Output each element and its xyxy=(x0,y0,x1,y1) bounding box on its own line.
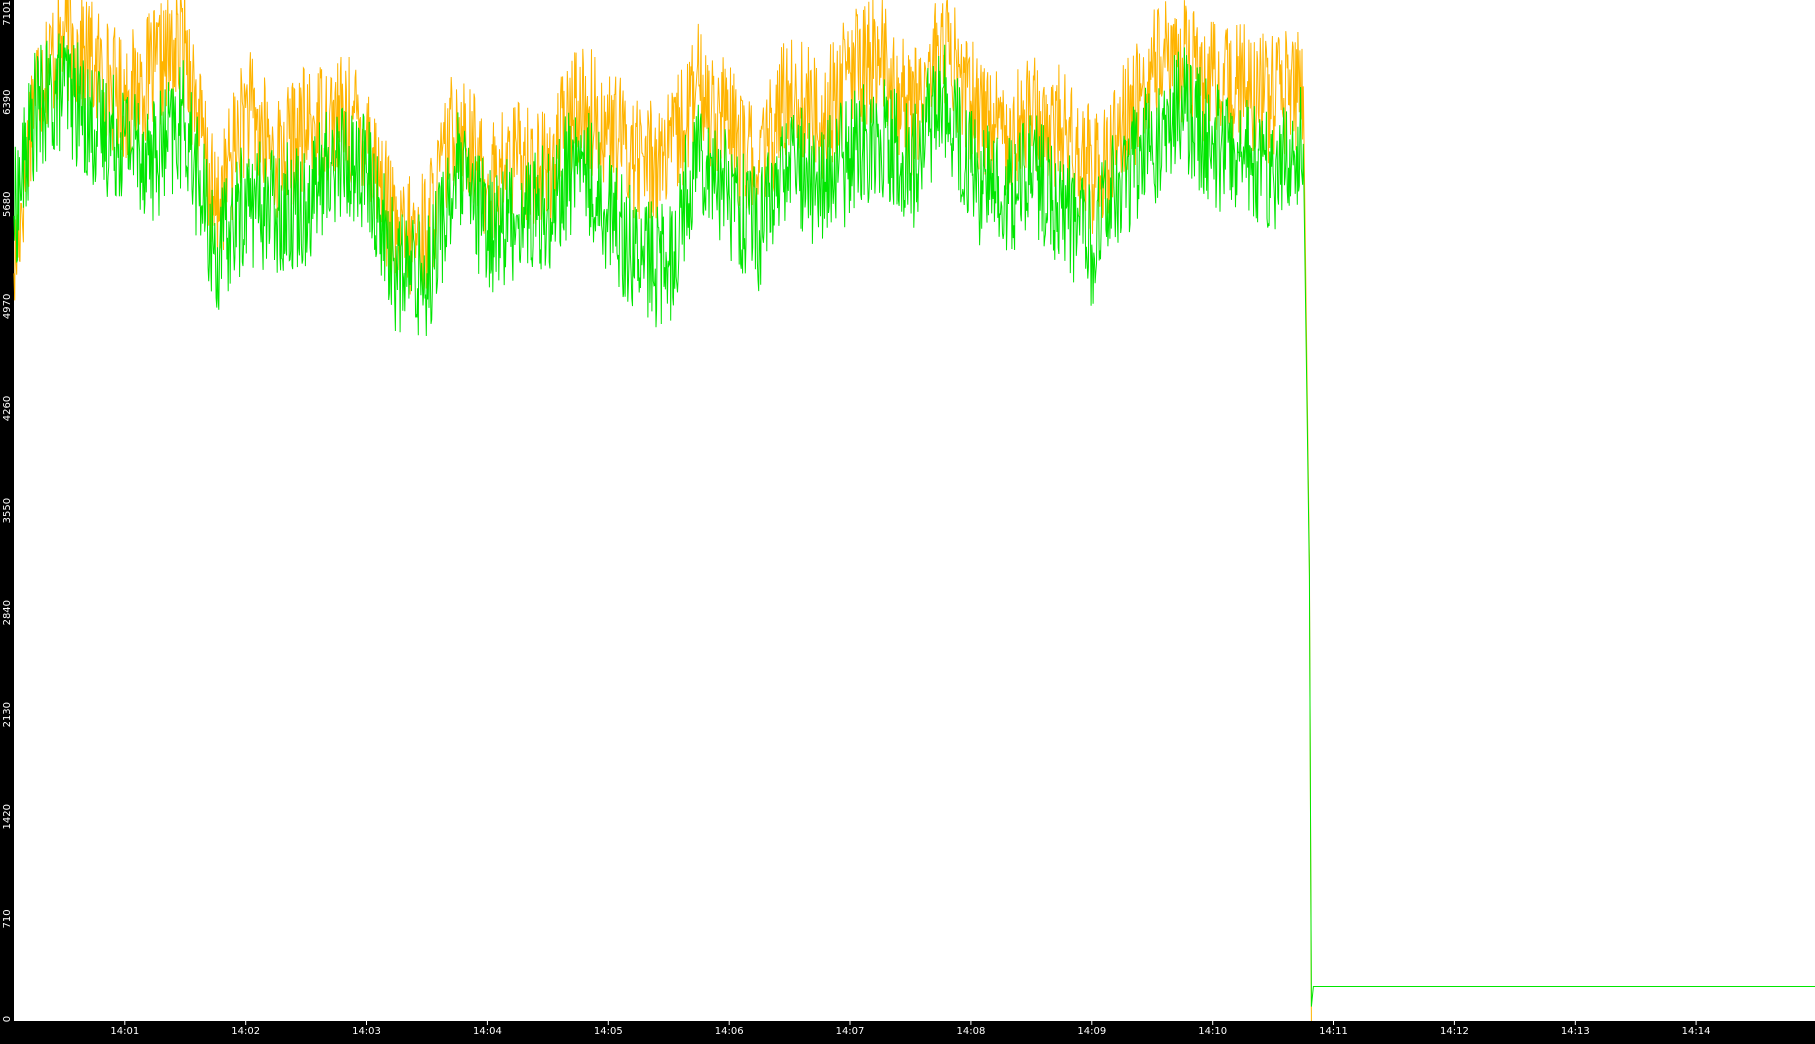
y-tick-label: 1420 xyxy=(2,804,13,829)
y-tick-label: 2840 xyxy=(2,600,13,625)
x-tick-label: 14:09 xyxy=(1077,1026,1106,1037)
x-tick-label: 14:04 xyxy=(473,1026,502,1037)
y-tick-label: 2130 xyxy=(2,702,13,727)
x-axis: 14:01 14:02 14:03 14:04 14:05 14:06 14:07 14:08… xyxy=(110,1021,1711,1037)
chart: 0 710 1420 2130 2840 3550 4260 4970 5680 6390 7101… xyxy=(0,0,1815,1039)
x-tick-label: 14:12 xyxy=(1440,1026,1469,1037)
x-tick-label: 14:05 xyxy=(594,1026,623,1037)
x-tick-label: 14:06 xyxy=(715,1026,744,1037)
y-axis: 0 710 1420 2130 2840 3550 4260 4970 5680 6390 7101 xyxy=(2,0,13,1022)
y-tick-label: 4970 xyxy=(2,294,13,319)
x-tick-label: 14:14 xyxy=(1682,1026,1711,1037)
y-tick-label: 6390 xyxy=(2,89,13,114)
x-tick-label: 14:11 xyxy=(1319,1026,1348,1037)
chart-svg: 0 710 1420 2130 2840 3550 4260 4970 5680 6390 7101… xyxy=(2,0,1815,1037)
x-tick-label: 14:02 xyxy=(231,1026,260,1037)
y-tick-label: 0 xyxy=(2,1016,13,1022)
x-tick-label: 14:07 xyxy=(836,1026,865,1037)
y-tick-label: 3550 xyxy=(2,498,13,523)
y-tick-label: 710 xyxy=(2,909,13,928)
x-tick-label: 14:13 xyxy=(1561,1026,1590,1037)
y-tick-label: 4260 xyxy=(2,396,13,421)
x-tick-label: 14:01 xyxy=(110,1026,139,1037)
x-tick-label: 14:08 xyxy=(956,1026,985,1037)
y-tick-label: 7101 xyxy=(2,0,13,25)
y-tick-label: 5680 xyxy=(2,192,13,217)
x-tick-label: 14:03 xyxy=(352,1026,381,1037)
x-tick-label: 14:10 xyxy=(1198,1026,1227,1037)
